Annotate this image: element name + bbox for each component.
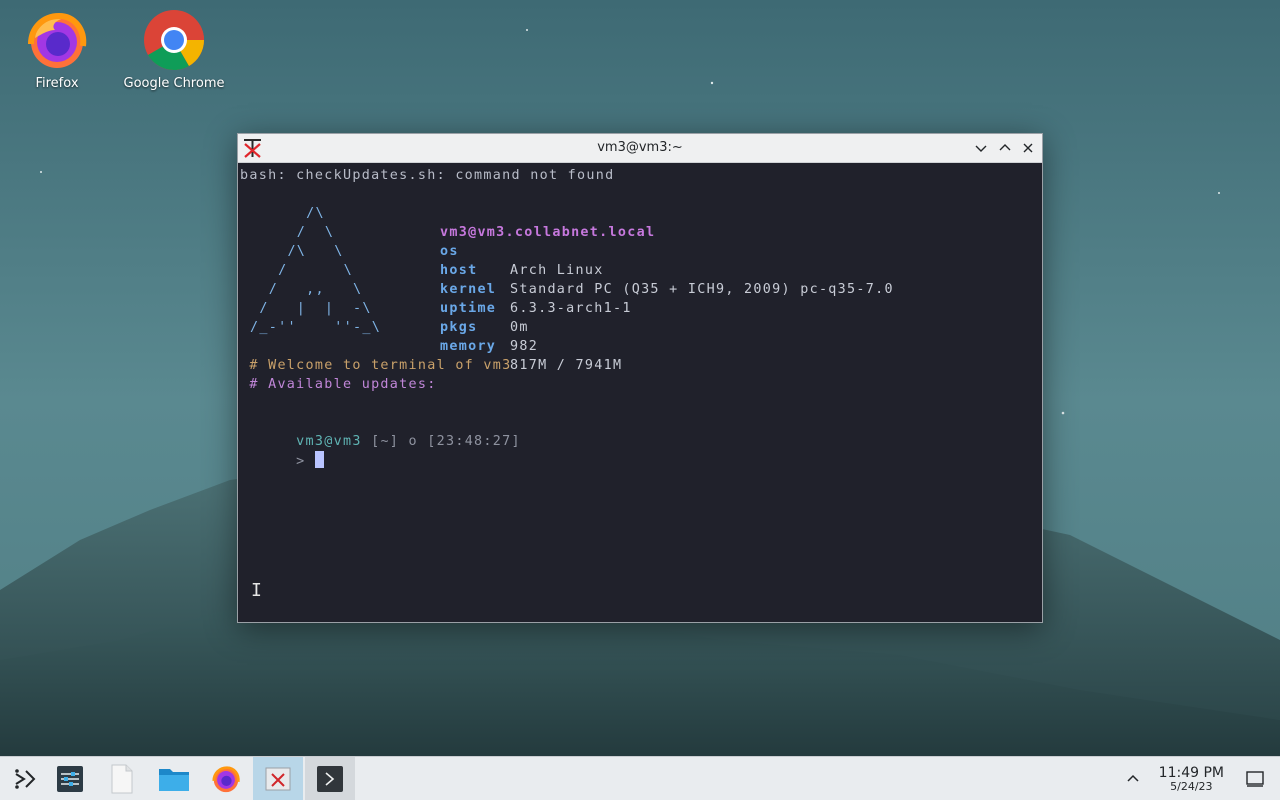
info-row: pkgs 982 bbox=[238, 299, 1038, 354]
window-titlebar[interactable]: vm3@vm3:~ bbox=[238, 134, 1042, 163]
prompt-symbol: > bbox=[296, 454, 306, 469]
firefox-icon bbox=[28, 12, 87, 68]
blank-file-icon bbox=[111, 764, 133, 794]
folder-icon bbox=[159, 769, 189, 791]
chevron-up-icon bbox=[1127, 774, 1139, 782]
taskbar-xterm[interactable] bbox=[253, 757, 303, 800]
ibeam-cursor-icon: I bbox=[251, 580, 264, 601]
prompt-status: [~] o [23:48:27] bbox=[361, 434, 521, 449]
clock-date: 5/24/23 bbox=[1170, 780, 1213, 793]
info-value: 982 bbox=[510, 339, 539, 354]
chrome-icon bbox=[144, 10, 205, 71]
updates-comment: # Available updates: bbox=[240, 377, 437, 392]
window-title: vm3@vm3:~ bbox=[597, 140, 683, 155]
terminal-window[interactable]: vm3@vm3:~ bash: checkUpdates.sh: command… bbox=[237, 133, 1043, 623]
info-row: memory 817M / 7941M bbox=[238, 318, 1038, 373]
system-tray-expand[interactable] bbox=[1108, 757, 1158, 800]
taskbar: 11:49 PM 5/24/23 bbox=[0, 756, 1280, 800]
show-desktop-button[interactable] bbox=[1230, 757, 1280, 800]
desktop-icon-chrome[interactable]: Google Chrome bbox=[119, 8, 229, 91]
settings-icon bbox=[57, 766, 83, 792]
desktop-icon-label: Firefox bbox=[35, 76, 79, 91]
minimize-button[interactable] bbox=[971, 138, 991, 158]
info-value: 817M / 7941M bbox=[510, 358, 623, 373]
chevron-up-icon bbox=[999, 144, 1011, 151]
info-key: memory bbox=[440, 339, 497, 354]
welcome-comment: # Welcome to terminal of vm3 bbox=[240, 358, 512, 373]
terminal-output[interactable]: bash: checkUpdates.sh: command not found… bbox=[238, 164, 1042, 622]
taskbar-text-editor[interactable] bbox=[97, 757, 147, 800]
hostname-row: vm3@vm3.collabnet.local bbox=[238, 204, 1038, 240]
taskbar-konsole[interactable] bbox=[305, 757, 355, 800]
x-terminal-icon bbox=[265, 767, 291, 791]
taskbar-firefox[interactable] bbox=[201, 757, 251, 800]
application-launcher-button[interactable] bbox=[0, 757, 50, 800]
desktop-icon-label: Google Chrome bbox=[123, 76, 225, 91]
close-button[interactable] bbox=[1018, 138, 1038, 158]
info-row: kernel 6.3.3-arch1-1 bbox=[238, 261, 1038, 316]
error-line: bash: checkUpdates.sh: command not found bbox=[240, 168, 615, 183]
taskbar-file-manager[interactable] bbox=[149, 757, 199, 800]
text-cursor bbox=[314, 451, 324, 468]
close-icon bbox=[1023, 143, 1033, 153]
maximize-button[interactable] bbox=[995, 138, 1015, 158]
show-desktop-icon bbox=[1246, 771, 1264, 787]
info-row: uptime 0m bbox=[238, 280, 1038, 335]
clock-time: 11:49 PM bbox=[1158, 765, 1224, 781]
digital-clock[interactable]: 11:49 PM 5/24/23 bbox=[1159, 765, 1224, 793]
input-line[interactable]: > bbox=[240, 432, 324, 469]
firefox-icon bbox=[212, 766, 240, 793]
chevron-down-icon bbox=[975, 145, 987, 152]
launcher-icon bbox=[15, 769, 36, 789]
desktop-icon-firefox[interactable]: Firefox bbox=[2, 8, 112, 91]
konsole-icon bbox=[317, 766, 343, 792]
taskbar-settings[interactable] bbox=[45, 757, 95, 800]
info-row: os Arch Linux bbox=[238, 223, 1038, 278]
prompt-line: vm3@vm3 [~] o [23:48:27] bbox=[240, 413, 521, 449]
info-row: host Standard PC (Q35 + ICH9, 2009) pc-q… bbox=[238, 242, 1038, 297]
